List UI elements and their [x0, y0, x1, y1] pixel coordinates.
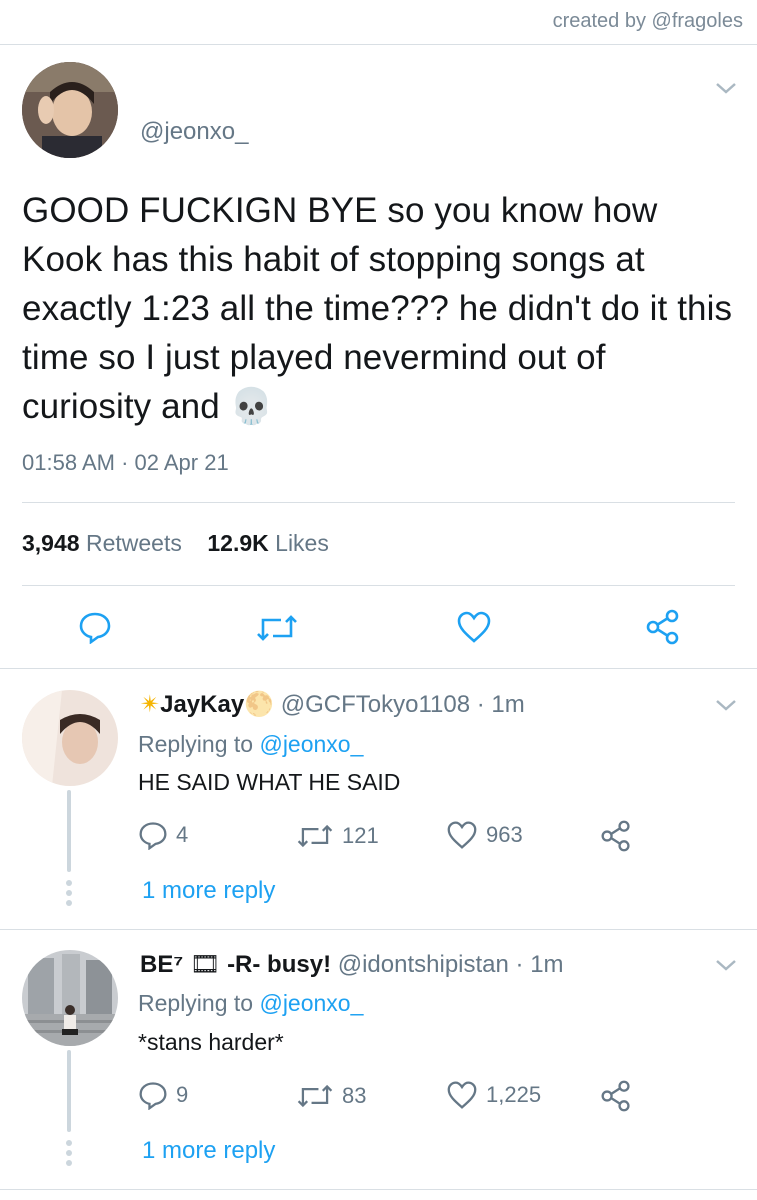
- reply-action-reply[interactable]: 4: [138, 820, 188, 850]
- reply-icon[interactable]: [78, 610, 112, 649]
- divider: [22, 502, 735, 503]
- retweet-count: 83: [342, 1083, 367, 1108]
- reply-handle[interactable]: @GCFTokyo1108: [281, 691, 470, 718]
- avatar[interactable]: [22, 950, 118, 1046]
- chevron-down-icon[interactable]: [714, 80, 738, 96]
- share-icon[interactable]: [600, 1080, 632, 1112]
- divider: [0, 929, 757, 930]
- share-icon[interactable]: [600, 820, 632, 852]
- like-count: 1,225: [486, 1082, 542, 1107]
- retweet-count: 121: [342, 823, 379, 848]
- reply-time[interactable]: · 1m: [477, 691, 525, 718]
- retweets-label[interactable]: Retweets: [86, 530, 182, 556]
- reply-count: 9: [176, 1082, 189, 1107]
- reply-action-reply[interactable]: 9: [138, 1080, 188, 1110]
- avatar-image: [22, 950, 118, 1046]
- retweets-count[interactable]: 3,948: [22, 530, 80, 556]
- moon-icon: 🌕: [244, 691, 275, 718]
- reply-author-name[interactable]: BE⁷: [140, 951, 183, 978]
- reply-action-like[interactable]: 1,225: [446, 1080, 541, 1110]
- replying-label: Replying to: [138, 990, 254, 1016]
- share-icon[interactable]: [645, 609, 681, 650]
- header-divider: [0, 44, 757, 45]
- tweet-handle[interactable]: @jeonxo_: [140, 118, 248, 146]
- more-replies-link[interactable]: 1 more reply: [142, 877, 275, 905]
- divider: [0, 1189, 757, 1190]
- like-icon: [447, 1081, 477, 1109]
- film-icon: 🎞: [189, 951, 221, 978]
- like-icon[interactable]: [456, 610, 492, 649]
- likes-count[interactable]: 12.9K: [207, 530, 268, 556]
- reply-action-retweet[interactable]: 121: [296, 822, 379, 850]
- replying-to: Replying to @jeonxo_: [138, 990, 363, 1017]
- replying-to-link[interactable]: @jeonxo_: [259, 731, 363, 757]
- reply-text: HE SAID WHAT HE SAID: [138, 769, 401, 795]
- avatar[interactable]: [22, 690, 118, 786]
- reply-action-retweet[interactable]: 83: [296, 1082, 366, 1110]
- reply-action-like[interactable]: 963: [446, 820, 523, 850]
- reply-author-name-rest[interactable]: -R- busy!: [227, 951, 331, 978]
- avatar[interactable]: [22, 62, 118, 158]
- retweet-icon[interactable]: [255, 612, 299, 649]
- reply-header: BE⁷ 🎞 -R- busy! @idontshipistan · 1m: [140, 950, 564, 979]
- divider: [22, 585, 735, 586]
- thread-line: [67, 1050, 71, 1132]
- reply-header: ✴JayKay🌕 @GCFTokyo1108 · 1m: [140, 690, 525, 719]
- reply-author-name[interactable]: JayKay: [160, 691, 244, 718]
- thread-line: [67, 790, 71, 872]
- replying-label: Replying to: [138, 731, 254, 757]
- thread-dots: [65, 1138, 73, 1170]
- thread-dots: [65, 878, 73, 910]
- retweet-icon: [297, 824, 333, 848]
- tweet-timestamp[interactable]: 01:58 AM · 02 Apr 21: [22, 450, 229, 476]
- likes-label[interactable]: Likes: [275, 530, 329, 556]
- tweet-text: GOOD FUCKIGN BYE so you know how Kook ha…: [22, 191, 733, 426]
- avatar-image: [22, 62, 118, 158]
- reply-time[interactable]: · 1m: [516, 951, 564, 978]
- reply-count: 4: [176, 822, 189, 847]
- chevron-down-icon[interactable]: [714, 957, 738, 973]
- reply-icon: [139, 1082, 167, 1110]
- retweet-icon: [297, 1084, 333, 1108]
- reply-icon: [139, 822, 167, 850]
- credit-text: created by @fragoles: [552, 10, 743, 32]
- avatar-image: [22, 690, 118, 786]
- replying-to: Replying to @jeonxo_: [138, 731, 363, 758]
- reply-text: *stans harder*: [138, 1029, 284, 1055]
- replying-to-link[interactable]: @jeonxo_: [259, 990, 363, 1016]
- like-icon: [447, 821, 477, 849]
- star-icon: ✴: [140, 691, 161, 718]
- chevron-down-icon[interactable]: [714, 697, 738, 713]
- tweet-stats: 3,948 Retweets 12.9K Likes: [22, 530, 329, 557]
- divider: [0, 668, 757, 669]
- more-replies-link[interactable]: 1 more reply: [142, 1137, 275, 1165]
- reply-handle[interactable]: @idontshipistan: [338, 951, 509, 978]
- like-count: 963: [486, 822, 523, 847]
